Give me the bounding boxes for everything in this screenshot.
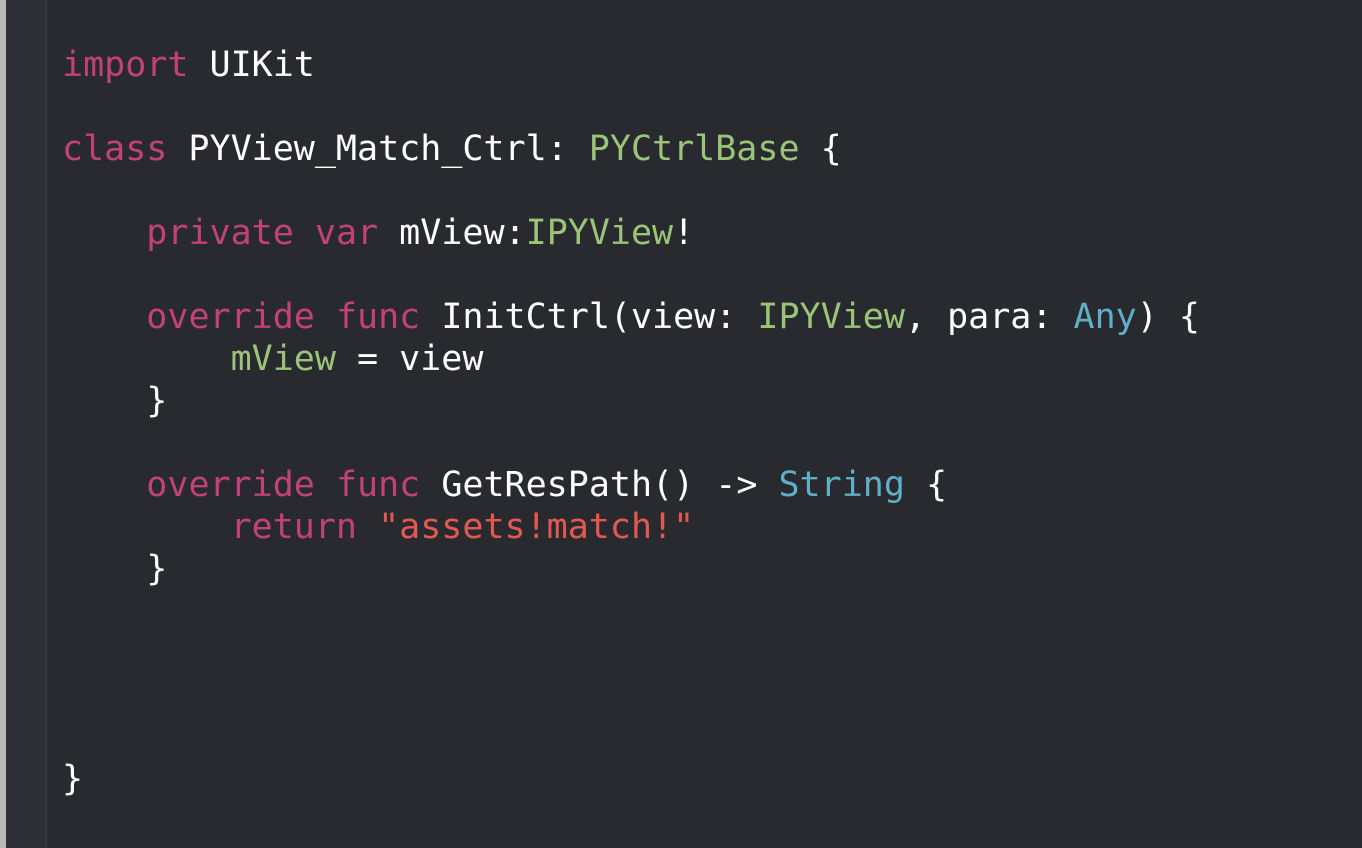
type-token: IPYView	[525, 213, 674, 253]
code-line[interactable]	[62, 86, 1200, 128]
code-line[interactable]	[62, 254, 1200, 296]
code-text-token: , para:	[904, 297, 1074, 337]
code-text-token: InitCtrl(view:	[420, 297, 758, 337]
keyword-token: override	[146, 465, 315, 505]
code-text-token: = view	[335, 339, 484, 379]
code-line[interactable]: }	[62, 548, 1200, 590]
line-gutter	[6, 0, 47, 848]
code-line[interactable]: }	[62, 758, 1200, 800]
code-line[interactable]	[62, 590, 1200, 632]
code-text-token: GetResPath() ->	[420, 465, 779, 505]
type-token: IPYView	[757, 297, 905, 337]
code-line[interactable]: return "assets!match!"	[62, 506, 1200, 548]
keyword-token: func	[335, 297, 421, 337]
code-line[interactable]	[62, 422, 1200, 464]
code-text-token: {	[799, 129, 842, 169]
system-type-token: String	[778, 465, 905, 505]
type-token: PYCtrlBase	[588, 129, 800, 169]
code-line[interactable]: class PYView_Match_Ctrl: PYCtrlBase {	[62, 128, 1200, 170]
keyword-token: override	[146, 297, 315, 337]
keyword-token: return	[230, 507, 358, 547]
code-text-token: PYView_Match_Ctrl:	[167, 129, 589, 169]
keyword-token: func	[335, 465, 421, 505]
string-literal-token: "assets!match!"	[378, 507, 695, 547]
code-text-token: }	[62, 549, 168, 589]
code-line[interactable]: override func InitCtrl(view: IPYView, pa…	[62, 296, 1200, 338]
code-line[interactable]: private var mView:IPYView!	[62, 212, 1200, 254]
code-line[interactable]	[62, 674, 1200, 716]
keyword-token: private	[146, 213, 294, 253]
code-text-token: {	[904, 465, 948, 505]
code-text-token: mView:	[378, 213, 526, 253]
code-text-token: !	[673, 213, 695, 253]
keyword-token: class	[62, 129, 168, 169]
code-line[interactable]	[62, 632, 1200, 674]
code-line[interactable]: mView = view	[62, 338, 1200, 380]
keyword-token: var	[314, 213, 379, 253]
keyword-token: import	[62, 45, 189, 85]
code-line[interactable]: override func GetResPath() -> String {	[62, 464, 1200, 506]
code-line[interactable]	[62, 170, 1200, 212]
code-line[interactable]: }	[62, 380, 1200, 422]
system-type-token: Any	[1073, 297, 1137, 337]
code-text-token: }	[62, 759, 84, 799]
code-text-token: }	[62, 381, 168, 421]
code-line[interactable]	[62, 716, 1200, 758]
code-text-token: ) {	[1136, 297, 1200, 337]
code-editor[interactable]: import UIKit class PYView_Match_Ctrl: PYC…	[0, 0, 1362, 848]
type-token: mView	[230, 339, 336, 379]
code-text-token: UIKit	[188, 45, 315, 85]
code-line[interactable]: import UIKit	[62, 44, 1200, 86]
source-code[interactable]: import UIKit class PYView_Match_Ctrl: PYC…	[62, 44, 1200, 800]
